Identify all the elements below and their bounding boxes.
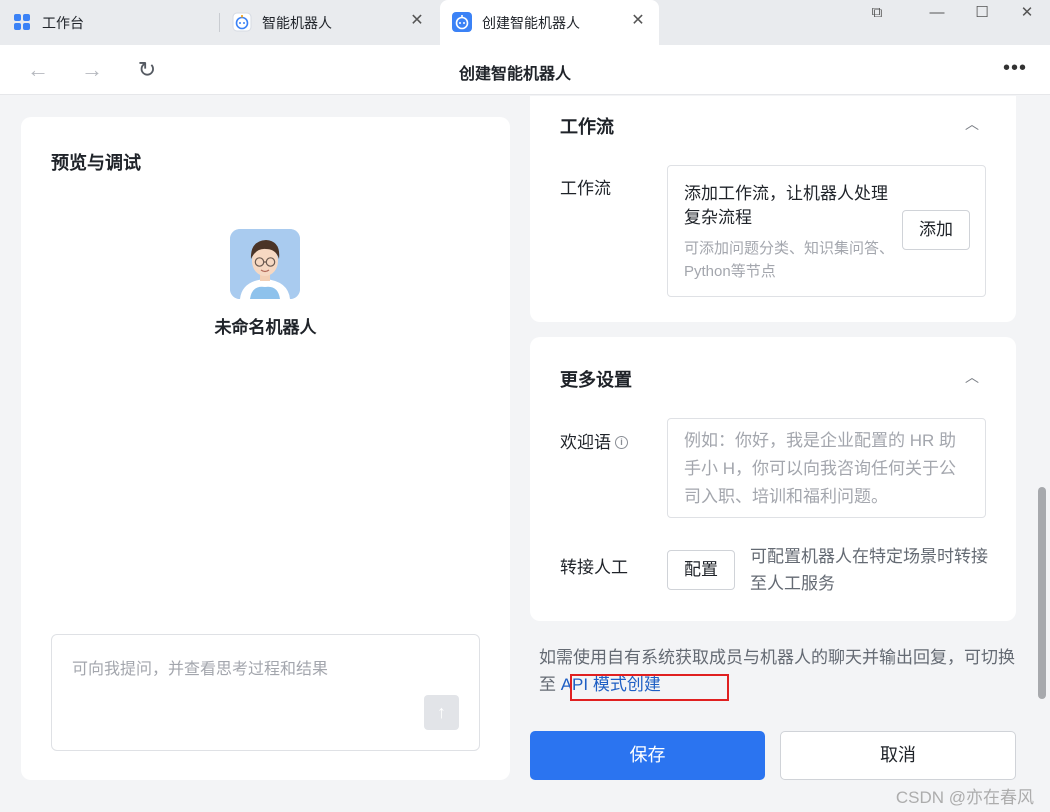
preview-panel: 预览与调试 未命名机器人 ↑: [21, 117, 510, 780]
workflow-box-desc: 可添加问题分类、知识集问答、Python等节点: [684, 240, 895, 280]
chevron-up-icon[interactable]: ︿: [964, 116, 980, 132]
more-settings-title: 更多设置: [560, 370, 632, 390]
workflow-card-title: 工作流: [560, 117, 614, 137]
workflow-card: 工作流 ︿ 工作流 添加工作流，让机器人处理复杂流程 可添加问题分类、知识集问答…: [530, 96, 1016, 322]
bot-avatar: [230, 229, 300, 299]
close-window-icon[interactable]: ✕: [1015, 2, 1039, 24]
close-tab-icon[interactable]: ✕: [408, 10, 426, 32]
nav-bar: ← → ↻ 创建智能机器人 •••: [0, 45, 1050, 95]
save-button[interactable]: 保存: [530, 731, 765, 780]
more-settings-card: 更多设置 ︿ 欢迎语 i 转接人工 配置 可配置机器人在特定场景时转接至人工服务: [530, 337, 1016, 621]
grid-icon: [14, 14, 30, 30]
add-workflow-button[interactable]: 添加: [902, 210, 970, 250]
config-description: 可配置机器人在特定场景时转接至人工服务: [750, 547, 988, 593]
title-bar: 工作台 智能机器人 ✕ 创建智能机器人 ✕ ⧉ — ☐ ✕: [0, 0, 1050, 45]
chat-input-box: ↑: [51, 634, 480, 751]
page-title: 创建智能机器人: [458, 66, 571, 83]
tab-label: 创建智能机器人: [482, 15, 580, 31]
welcome-label-text: 欢迎语: [560, 433, 611, 452]
avatar-image: [230, 229, 300, 299]
preview-title: 预览与调试: [51, 153, 141, 173]
config-transfer-button[interactable]: 配置: [667, 550, 735, 590]
tab-smart-robot[interactable]: 智能机器人 ✕: [220, 0, 438, 45]
workflow-box: 添加工作流，让机器人处理复杂流程 可添加问题分类、知识集问答、Python等节点…: [667, 165, 986, 297]
chevron-up-icon[interactable]: ︿: [964, 369, 980, 385]
tab-create-smart-robot[interactable]: 创建智能机器人 ✕: [440, 0, 659, 45]
chat-input[interactable]: [52, 635, 479, 750]
send-arrow-icon[interactable]: ↑: [424, 695, 459, 730]
watermark: CSDN @亦在春风: [895, 788, 1034, 807]
more-options-icon[interactable]: •••: [1000, 57, 1030, 83]
maximize-icon[interactable]: ☐: [970, 2, 994, 24]
scrollbar-thumb[interactable]: [1038, 487, 1046, 699]
welcome-field-label: 欢迎语 i: [560, 428, 628, 453]
welcome-message-box: [667, 418, 986, 518]
cancel-button[interactable]: 取消: [780, 731, 1016, 780]
robot-icon: [232, 12, 252, 32]
info-icon[interactable]: i: [615, 436, 628, 449]
robot-icon: [452, 12, 472, 32]
restore-tab-icon[interactable]: ⧉: [865, 2, 889, 24]
tab-label: 智能机器人: [262, 15, 332, 31]
close-tab-icon[interactable]: ✕: [629, 10, 647, 32]
bot-name: 未命名机器人: [214, 318, 317, 337]
transfer-field-label: 转接人工: [560, 558, 628, 577]
tab-workbench[interactable]: 工作台: [0, 0, 218, 45]
tab-label: 工作台: [42, 15, 84, 31]
workflow-box-title: 添加工作流，让机器人处理复杂流程: [684, 184, 888, 227]
settings-area: 工作流 ︿ 工作流 添加工作流，让机器人处理复杂流程 可添加问题分类、知识集问答…: [530, 96, 1030, 812]
minimize-icon[interactable]: —: [925, 2, 949, 24]
workflow-field-label: 工作流: [560, 179, 611, 198]
highlight-annotation: [570, 674, 729, 701]
welcome-message-input[interactable]: [668, 419, 985, 517]
